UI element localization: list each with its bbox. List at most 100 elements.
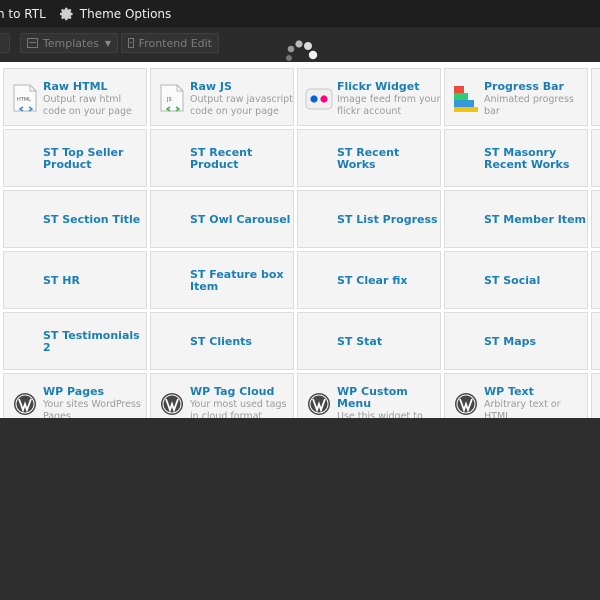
element-title: WP Pages <box>43 385 105 398</box>
element-title: ST Member Item <box>484 213 586 226</box>
element-tile-st-stat[interactable]: ST Stat <box>297 312 441 370</box>
element-tile-st-testimonials-2[interactable]: ST Testimonials 2 <box>3 312 147 370</box>
element-tile-st-member-item[interactable]: ST Member Item <box>444 190 588 248</box>
element-tile-st-owl-carousel[interactable]: ST Owl Carousel <box>150 190 294 248</box>
raw-js-icon: JS <box>158 83 186 115</box>
switch-rtl-label: h to RTL <box>0 6 46 21</box>
element-tile-st-masonry-recent-works[interactable]: ST Masonry Recent Works <box>444 129 588 187</box>
element-tile-raw-js[interactable]: JS Raw JS Output raw javascript code on yo… <box>150 68 294 126</box>
element-tile-st-maps[interactable]: ST Maps <box>444 312 588 370</box>
element-tile-st-hr[interactable]: ST HR <box>3 251 147 309</box>
element-title: ST Recent Works <box>337 146 400 171</box>
element-description: Your most used tags in cloud format <box>190 399 287 418</box>
element-title-wrap: ST Clients <box>190 313 294 371</box>
element-tile-st-top-seller-product[interactable]: ST Top Seller Product <box>3 129 147 187</box>
theme-options-label: Theme Options <box>79 6 172 21</box>
element-tile-wp-pages[interactable]: WP Pages Your sites WordPress Pages <box>3 373 147 418</box>
templates-icon <box>27 38 38 48</box>
theme-options-link[interactable]: Theme Options <box>59 6 172 21</box>
element-title-wrap: ST Social <box>484 252 588 310</box>
templates-button[interactable]: Templates ▼ <box>20 33 118 53</box>
element-tile-st-clear-fix[interactable]: ST Clear fix <box>297 251 441 309</box>
element-title-wrap: WP Pages Your sites WordPress Pages <box>43 374 147 419</box>
element-title-wrap: ST Feature box Item <box>190 252 294 310</box>
element-tile-st-section-title[interactable]: ST Section Title <box>3 190 147 248</box>
raw-html-icon: HTML <box>11 83 39 115</box>
element-title: ST Clear fix <box>337 274 408 287</box>
frontend-edit-button[interactable]: Frontend Edit <box>121 33 219 53</box>
element-tile-wp-tag-cloud[interactable]: WP Tag Cloud Your most used tags in cloud… <box>150 373 294 418</box>
element-tile-progress-bar[interactable]: Progress Bar Animated progress bar <box>444 68 588 126</box>
svg-text:HTML: HTML <box>17 97 31 103</box>
element-title-wrap: ST HR <box>43 252 147 310</box>
element-tile-wp-custom-menu[interactable]: WP Custom MenuUse this widget to add one… <box>297 373 441 418</box>
wordpress-icon <box>305 388 333 418</box>
frontend-edit-icon <box>128 38 134 48</box>
element-title-wrap: ST Recent Product <box>190 130 294 188</box>
element-title: ST Clients <box>190 335 252 348</box>
wordpress-icon <box>452 388 480 418</box>
element-tile-partial[interactable] <box>591 251 600 309</box>
element-tile-partial[interactable] <box>591 373 600 418</box>
flickr-icon <box>305 83 333 115</box>
element-description: Animated progress bar <box>484 94 574 117</box>
templates-label: Templates <box>42 36 99 50</box>
element-title: ST Feature box Item <box>190 268 284 293</box>
switch-rtl-link[interactable]: h to RTL <box>0 7 46 21</box>
element-title: Raw HTML <box>43 80 108 93</box>
element-tile-partial[interactable] <box>591 190 600 248</box>
element-tile-st-social[interactable]: ST Social <box>444 251 588 309</box>
element-title: WP Tag Cloud <box>190 385 275 398</box>
element-title-wrap: ST Top Seller Product <box>43 130 147 188</box>
admin-bar: h to RTL Theme Options <box>0 0 600 27</box>
element-tile-st-clients[interactable]: ST Clients <box>150 312 294 370</box>
element-title: WP Text <box>484 385 534 398</box>
element-title-wrap: ST Masonry Recent Works <box>484 130 588 188</box>
element-title: ST Testimonials 2 <box>43 329 140 354</box>
element-title-wrap: ST Recent Works <box>337 130 441 188</box>
element-title-wrap: ST Clear fix <box>337 252 441 310</box>
element-title-wrap: WP Text Arbitrary text or HTML <box>484 374 588 419</box>
element-title: ST Owl Carousel <box>190 213 291 226</box>
frontend-edit-label: Frontend Edit <box>138 36 212 50</box>
element-description: Arbitrary text or HTML <box>484 399 561 418</box>
element-tile-partial[interactable] <box>591 129 600 187</box>
wordpress-icon <box>158 388 186 418</box>
element-title: ST List Progress <box>337 213 438 226</box>
element-tile-st-recent-works[interactable]: ST Recent Works <box>297 129 441 187</box>
element-tile-st-feature-box-item[interactable]: ST Feature box Item <box>150 251 294 309</box>
element-title: ST Recent Product <box>190 146 253 171</box>
element-title: ST Section Title <box>43 213 141 226</box>
element-tile-wp-text[interactable]: WP Text Arbitrary text or HTML <box>444 373 588 418</box>
element-title-wrap: Raw JS Output raw javascript code on your… <box>190 69 294 127</box>
caret-down-icon: ▼ <box>104 38 111 48</box>
element-title-wrap: ST Stat <box>337 313 441 371</box>
element-title: Flickr Widget <box>337 80 420 93</box>
loading-spinner-icon <box>286 40 318 61</box>
element-description: Image feed from your flickr account <box>337 94 441 117</box>
element-title: WP Custom Menu <box>337 385 408 410</box>
element-title-wrap: WP Custom MenuUse this widget to add one… <box>337 374 441 419</box>
element-tile-flickr-widget[interactable]: Flickr Widget Image feed from your flickr… <box>297 68 441 126</box>
element-title: ST Stat <box>337 335 383 348</box>
element-title-wrap: ST Testimonials 2 <box>43 313 147 371</box>
gear-icon <box>59 7 73 20</box>
element-tile-st-recent-product[interactable]: ST Recent Product <box>150 129 294 187</box>
element-title-wrap: ST Owl Carousel <box>190 191 294 249</box>
element-tile-partial[interactable] <box>591 68 600 126</box>
svg-text:JS: JS <box>166 97 172 103</box>
element-tile-raw-html[interactable]: HTML Raw HTML Output raw html code on your… <box>3 68 147 126</box>
element-title: ST HR <box>43 274 80 287</box>
element-title-wrap: ST Member Item <box>484 191 588 249</box>
element-tile-st-list-progress[interactable]: ST List Progress <box>297 190 441 248</box>
element-title: ST Social <box>484 274 541 287</box>
element-description: Use this widget to add one of your custo… <box>337 411 423 418</box>
backend-editor-button[interactable]: w <box>0 33 10 53</box>
element-tile-partial[interactable] <box>591 312 600 370</box>
element-title: Raw JS <box>190 80 232 93</box>
element-title-wrap: Progress Bar Animated progress bar <box>484 69 588 127</box>
element-title: ST Top Seller Product <box>43 146 124 171</box>
element-title-wrap: Raw HTML Output raw html code on your pag… <box>43 69 147 127</box>
element-title: ST Masonry Recent Works <box>484 146 570 171</box>
element-description: Your sites WordPress Pages <box>43 399 141 418</box>
